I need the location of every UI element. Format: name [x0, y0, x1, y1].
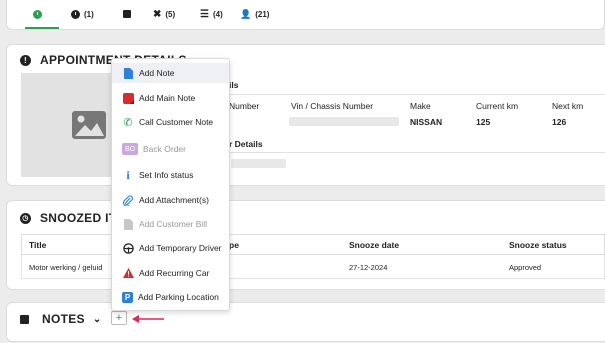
menu-item-label: Add Note — [139, 68, 175, 78]
owner-value-blurred — [231, 159, 286, 168]
info-icon: i — [126, 167, 130, 182]
menu-item-add-customer-bill[interactable]: Add Customer Bill — [112, 214, 229, 234]
menu-item-add-note[interactable]: Add Note — [112, 63, 229, 83]
warning-icon — [122, 267, 134, 279]
paperclip-icon — [122, 194, 134, 206]
clock-icon: ◷ — [20, 212, 31, 224]
menu-item-label: Add Attachment(s) — [139, 195, 209, 205]
tab-notes[interactable] — [123, 6, 131, 22]
row-title: Motor werking / geluid — [29, 263, 103, 272]
menu-item-label: Back Order — [143, 144, 186, 154]
snoozed-header[interactable]: ◷ SNOOZED ITI — [20, 211, 120, 225]
clock-icon — [71, 9, 80, 19]
menu-item-label: Add Customer Bill — [139, 219, 208, 229]
bo-icon: BO — [122, 143, 138, 155]
image-icon — [72, 111, 106, 139]
note-icon — [123, 10, 131, 18]
tab-tools[interactable]: ✖ (5) — [153, 6, 175, 22]
alert-icon — [33, 9, 42, 19]
arrow-annotation-icon — [132, 315, 164, 323]
row-snooze-status: Approved — [509, 263, 542, 272]
tab-bar: (1) ✖ (5) ☰ (4) 👤 (21) — [6, 0, 605, 30]
divider — [229, 94, 605, 95]
col-title: Title — [29, 240, 47, 250]
menu-item-back-order[interactable]: BO Back Order — [112, 139, 229, 159]
tab-count: (4) — [212, 9, 223, 19]
active-tab-indicator — [25, 27, 59, 29]
notes-header[interactable]: NOTES ⌄ — [20, 312, 102, 326]
col-type: pe — [229, 240, 239, 250]
tab-count: (21) — [255, 9, 270, 19]
menu-item-label: Add Parking Location — [138, 292, 219, 302]
menu-item-label: Add Recurring Car — [139, 268, 210, 278]
col-snooze-status: Snooze status — [509, 240, 567, 250]
vin-value-blurred — [289, 117, 399, 126]
menu-item-label: Add Temporary Driver — [139, 243, 222, 253]
owner-section-label: r Details — [229, 139, 263, 149]
main-note-icon — [122, 92, 134, 104]
menu-item-add-temporary-driver[interactable]: Add Temporary Driver — [112, 238, 229, 258]
users-icon: 👤 — [240, 8, 252, 19]
next-km-label: Next km — [552, 101, 584, 111]
vin-label: Vin / Chassis Number — [291, 101, 374, 111]
tab-users[interactable]: 👤 (21) — [240, 6, 269, 22]
tab-alerts[interactable] — [33, 6, 42, 22]
menu-item-add-attachments[interactable]: Add Attachment(s) — [112, 190, 229, 210]
steering-wheel-icon — [122, 242, 134, 254]
menu-item-call-customer-note[interactable]: ✆ Call Customer Note — [112, 112, 229, 132]
tools-icon: ✖ — [153, 8, 162, 20]
add-note-menu: Add Note Add Main Note ✆ Call Customer N… — [111, 58, 230, 311]
menu-item-set-info-status[interactable]: i Set Info status — [112, 165, 229, 185]
phone-icon: ✆ — [123, 116, 133, 129]
menu-item-label: Call Customer Note — [139, 117, 214, 127]
vehicle-section-label: ils — [229, 80, 239, 90]
number-label: Number — [229, 101, 260, 111]
tab-count: (1) — [84, 9, 94, 19]
menu-item-label: Add Main Note — [139, 93, 196, 103]
alert-icon: ! — [20, 54, 31, 66]
next-km-value: 126 — [552, 117, 567, 127]
document-icon — [122, 67, 134, 79]
current-km-value: 125 — [476, 117, 491, 127]
current-km-label: Current km — [476, 101, 519, 111]
bill-icon — [122, 218, 134, 230]
note-icon — [20, 314, 29, 324]
menu-item-add-recurring-car[interactable]: Add Recurring Car — [112, 263, 229, 283]
make-label: Make — [410, 101, 431, 111]
tab-list[interactable]: ☰ (4) — [200, 6, 223, 22]
parking-icon: P — [122, 291, 133, 303]
tab-count: (5) — [165, 9, 176, 19]
divider — [229, 152, 605, 153]
menu-item-add-parking-location[interactable]: P Add Parking Location — [112, 287, 229, 307]
chevron-down-icon[interactable]: ⌄ — [93, 314, 102, 325]
list-icon: ☰ — [200, 8, 209, 20]
menu-item-label: Set Info status — [139, 170, 194, 180]
menu-item-add-main-note[interactable]: Add Main Note — [112, 88, 229, 108]
row-snooze-date: 27-12-2024 — [349, 263, 388, 272]
add-note-button[interactable]: + — [111, 311, 127, 325]
snoozed-title: SNOOZED ITI — [40, 211, 120, 225]
make-value: NISSAN — [410, 117, 443, 127]
notes-title: NOTES — [42, 312, 85, 326]
tab-snoozed[interactable]: (1) — [71, 6, 94, 22]
col-snooze-date: Snooze date — [349, 240, 400, 250]
